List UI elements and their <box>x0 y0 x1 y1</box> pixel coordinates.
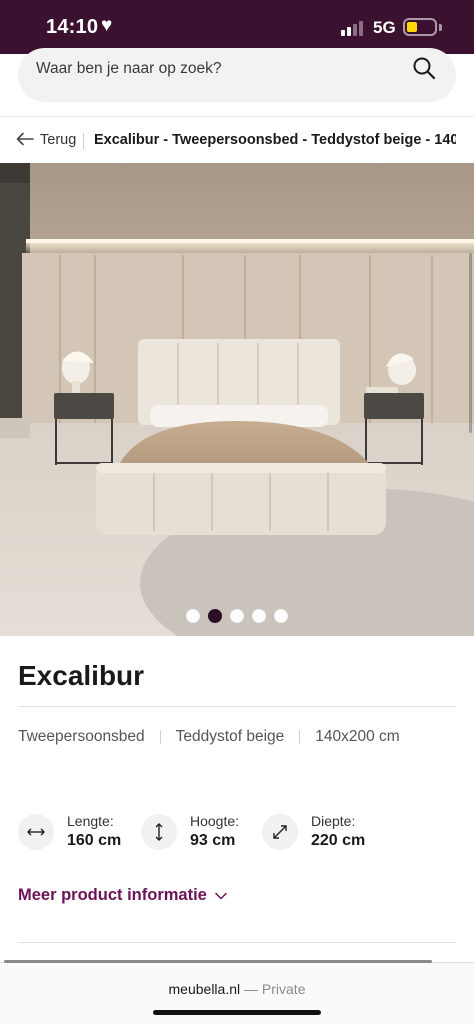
search-bar: Waar ben je naar op zoek? <box>0 48 474 114</box>
battery-icon <box>403 18 437 36</box>
breadcrumb-separator <box>83 133 84 149</box>
spec-value: 220 cm <box>311 832 366 849</box>
more-info-toggle[interactable]: Meer product informatie <box>18 886 227 905</box>
gallery-dot[interactable] <box>208 609 222 623</box>
spec-label: Hoogte: <box>190 813 240 829</box>
back-arrow-icon[interactable] <box>16 132 34 146</box>
page-scroll-indicator <box>469 253 472 433</box>
private-mode-label: — Private <box>244 981 306 997</box>
url-display[interactable]: meubella.nl — Private <box>0 981 474 997</box>
product-title: Excalibur <box>18 660 145 691</box>
browser-address-bar[interactable]: meubella.nl — Private <box>0 960 474 1024</box>
product-image-gallery[interactable] <box>0 163 474 636</box>
attribute-type: Tweepersoonsbed <box>18 728 145 745</box>
diagonal-arrows-icon <box>262 814 298 850</box>
more-info-label: Meer product informatie <box>18 886 207 904</box>
divider <box>18 706 456 707</box>
breadcrumb-current: Excalibur - Tweepersoonsbed - Teddystof … <box>94 132 456 148</box>
search-placeholder: Waar ben je naar op zoek? <box>36 60 222 77</box>
status-bar: 14:10 ♥ 5G <box>0 0 474 54</box>
product-image <box>0 163 474 636</box>
gallery-pagination <box>0 609 474 623</box>
breadcrumb: Terug Excalibur - Tweepersoonsbed - Tedd… <box>0 116 474 162</box>
back-link[interactable]: Terug <box>40 132 76 148</box>
heart-icon: ♥ <box>101 15 113 36</box>
gallery-dot[interactable] <box>186 609 200 623</box>
spec-label: Lengte: <box>67 813 114 829</box>
divider <box>18 942 456 943</box>
spec-value: 160 cm <box>67 832 122 849</box>
home-indicator[interactable] <box>153 1010 321 1015</box>
signal-icon <box>341 20 367 36</box>
horizontal-arrows-icon <box>18 814 54 850</box>
spec-label: Diepte: <box>311 813 356 829</box>
vertical-arrows-icon <box>141 814 177 850</box>
dimensions: Lengte: 160 cm Hoogte: 93 cm Diepte: 220… <box>18 812 458 852</box>
gallery-dot[interactable] <box>274 609 288 623</box>
attribute-size: 140x200 cm <box>315 728 400 745</box>
search-icon[interactable] <box>412 56 436 80</box>
attribute-separator <box>299 730 301 744</box>
url-domain: meubella.nl <box>168 981 241 997</box>
status-time: 14:10 <box>46 16 99 38</box>
battery-tip <box>439 24 442 31</box>
attribute-fabric: Teddystof beige <box>175 728 285 745</box>
spec-value: 93 cm <box>190 832 236 849</box>
chevron-down-icon <box>215 892 227 899</box>
gallery-dot[interactable] <box>252 609 266 623</box>
gallery-dot[interactable] <box>230 609 244 623</box>
search-input[interactable]: Waar ben je naar op zoek? <box>18 48 456 102</box>
browser-loading-bar <box>4 960 432 963</box>
attribute-separator <box>159 730 161 744</box>
network-type: 5G <box>373 18 396 37</box>
product-attributes: Tweepersoonsbed Teddystof beige 140x200 … <box>18 728 400 746</box>
